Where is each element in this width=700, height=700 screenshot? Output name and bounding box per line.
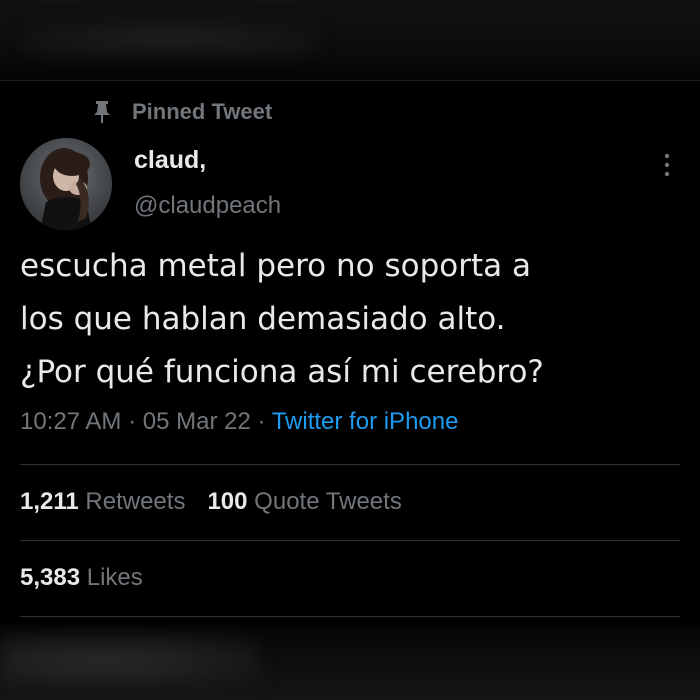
top-divider xyxy=(0,80,700,81)
blurred-top-bar xyxy=(0,0,700,80)
blurred-region xyxy=(0,635,260,690)
tweet-date[interactable]: 05 Mar 22 xyxy=(143,408,251,435)
author-name[interactable]: claud, xyxy=(134,146,206,175)
retweets-count: 1,211 xyxy=(20,488,79,515)
tweet-source-link[interactable]: Twitter for iPhone xyxy=(272,408,459,435)
divider xyxy=(20,540,680,541)
tweet-time[interactable]: 10:27 AM xyxy=(20,408,121,435)
pinned-label: Pinned Tweet xyxy=(132,99,273,124)
blurred-region xyxy=(20,18,320,58)
quote-tweets-count: 100 xyxy=(207,488,248,515)
avatar[interactable] xyxy=(20,138,112,230)
pin-icon xyxy=(94,101,110,123)
retweets-link[interactable]: 1,211 Retweets xyxy=(20,488,185,515)
more-vertical-icon xyxy=(664,153,670,177)
engagement-row: 1,211 Retweets 100 Quote Tweets xyxy=(20,488,402,516)
divider xyxy=(20,616,680,617)
tweet-line: escucha metal pero no soporta a xyxy=(20,248,531,284)
tweet-screenshot: Pinned Tweet claud, @claudpeach escucha … xyxy=(0,0,700,700)
avatar-image xyxy=(20,138,112,230)
tweet-metadata: 10:27 AM · 05 Mar 22 · Twitter for iPhon… xyxy=(20,408,458,436)
more-options-button[interactable] xyxy=(650,148,684,182)
divider xyxy=(20,464,680,465)
meta-separator: · xyxy=(121,408,143,435)
likes-count: 5,383 xyxy=(20,564,81,591)
tweet-text: escucha metal pero no soporta a los que … xyxy=(20,240,680,399)
meta-separator: · xyxy=(250,408,272,435)
tweet-line: los que hablan demasiado alto. xyxy=(20,301,506,337)
likes-row: 5,383 Likes xyxy=(20,564,143,592)
author-handle[interactable]: @claudpeach xyxy=(134,192,281,220)
pinned-tweet-indicator: Pinned Tweet xyxy=(92,98,272,126)
retweets-label: Retweets xyxy=(85,488,186,515)
likes-label: Likes xyxy=(86,564,143,591)
quote-tweets-label: Quote Tweets xyxy=(254,488,402,515)
quote-tweets-link[interactable]: 100 Quote Tweets xyxy=(207,488,401,515)
blurred-bottom-bar xyxy=(0,625,700,700)
likes-link[interactable]: 5,383 Likes xyxy=(20,564,143,591)
tweet-line: ¿Por qué funciona así mi cerebro? xyxy=(20,354,544,390)
